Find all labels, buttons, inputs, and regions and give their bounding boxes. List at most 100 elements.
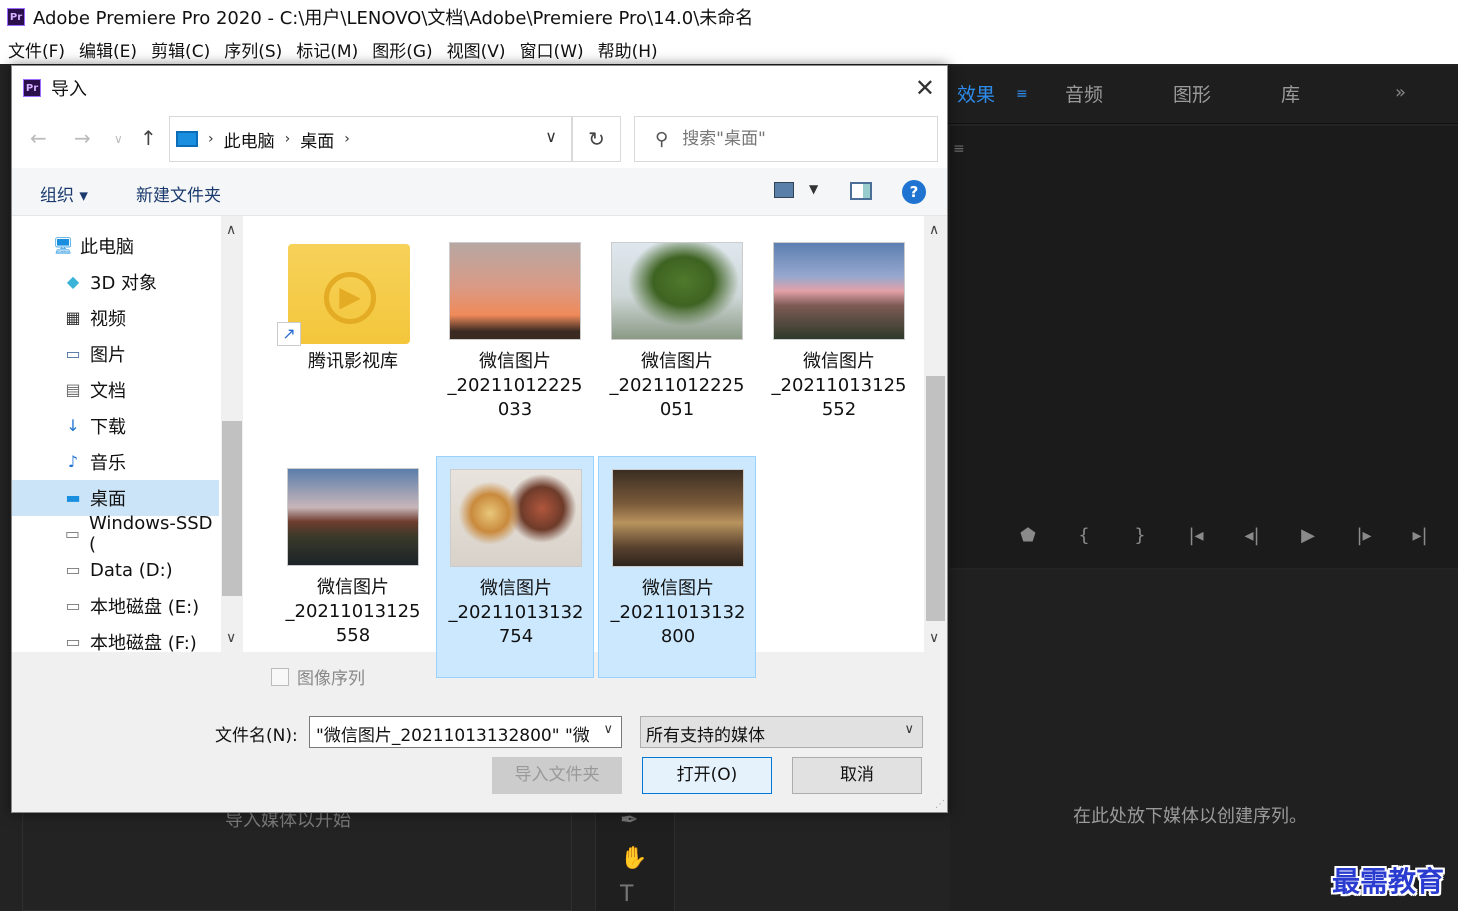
program-monitor <box>950 126 1458 568</box>
nav-item[interactable]: ▦ 视频 <box>12 300 219 336</box>
go-to-in-icon[interactable]: |◂ <box>1168 520 1224 552</box>
menu-sequence[interactable]: 序列(S) <box>224 37 282 62</box>
chevron-down-icon[interactable]: ∨ <box>545 127 557 146</box>
preview-pane-icon[interactable] <box>850 182 872 200</box>
chevron-right-icon[interactable]: › <box>344 131 350 147</box>
scroll-up-icon[interactable]: ∧ <box>226 222 236 238</box>
filename-field[interactable]: "微信图片_20211013132800" "微 ∨ <box>309 716 622 748</box>
chevron-down-icon[interactable]: ∨ <box>904 722 914 737</box>
organize-button[interactable]: 组织 ▾ <box>40 181 88 206</box>
file-scrollbar[interactable]: ∧ ∨ <box>924 216 947 652</box>
address-bar[interactable]: › 此电脑 › 桌面 › ∨ <box>169 116 572 162</box>
back-arrow-icon[interactable]: ← <box>30 126 47 150</box>
file-type-select[interactable]: 所有支持的媒体 ∨ <box>640 716 923 748</box>
nav-item[interactable]: ▭ 图片 <box>12 336 219 372</box>
tools-panel: ✒ ✋ T <box>595 808 675 911</box>
import-folder-button[interactable]: 导入文件夹 <box>492 757 622 794</box>
nav-item[interactable]: ♪ 音乐 <box>12 444 219 480</box>
file-name: 微信图片 _20211012225 033 <box>447 351 583 420</box>
tab-libraries[interactable]: 库 <box>1281 80 1300 107</box>
breadcrumb-desktop[interactable]: 桌面 <box>300 127 334 152</box>
app-title: Adobe Premiere Pro 2020 - C:\用户\LENOVO\文… <box>33 8 754 29</box>
refresh-button[interactable]: ↻ <box>572 116 621 162</box>
type-tool-icon[interactable]: T <box>620 882 633 907</box>
mark-out-icon[interactable]: } <box>1112 520 1168 552</box>
nav-item[interactable]: ▤ 文档 <box>12 372 219 408</box>
nav-item[interactable]: 🖥 此电脑 <box>12 228 219 264</box>
menu-view[interactable]: 视图(V) <box>447 37 506 62</box>
scroll-down-icon[interactable]: ∨ <box>226 630 236 646</box>
hand-tool-icon[interactable]: ✋ <box>620 846 647 871</box>
image-thumbnail <box>773 242 905 340</box>
help-icon[interactable]: ? <box>902 180 926 204</box>
nav-scrollbar-thumb[interactable] <box>222 421 242 596</box>
nav-item-label: 下载 <box>90 417 126 438</box>
monitor-menu-icon[interactable]: ≡ <box>953 141 965 157</box>
menu-file[interactable]: 文件(F) <box>8 37 65 62</box>
nav-item-label: 音乐 <box>90 453 126 474</box>
file-item[interactable]: 微信图片 _20211013125 552 <box>760 230 918 452</box>
mark-in-icon[interactable]: { <box>1056 520 1112 552</box>
up-arrow-icon[interactable]: ↑ <box>140 126 157 150</box>
pictures-icon: ▭ <box>65 344 81 363</box>
menu-marker[interactable]: 标记(M) <box>296 37 358 62</box>
breadcrumb-this-pc[interactable]: 此电脑 <box>224 127 275 152</box>
file-name: 微信图片 _20211013132 754 <box>448 578 584 647</box>
menu-window[interactable]: 窗口(W) <box>520 37 584 62</box>
open-button[interactable]: 打开(O) <box>642 757 772 794</box>
file-item[interactable]: 微信图片 _20211013132 754 <box>436 456 594 678</box>
tab-audio[interactable]: 音频 <box>1065 80 1103 107</box>
file-item[interactable]: 微信图片 _20211012225 033 <box>436 230 594 452</box>
file-list: ▶ ↗ 腾讯影视库 微信图片 _20211012225 033 微信图片 _202110… <box>246 216 924 678</box>
menu-edit[interactable]: 编辑(E) <box>79 37 137 62</box>
file-name: 微信图片 _20211012225 051 <box>609 351 745 420</box>
image-sequence-checkbox[interactable] <box>271 667 289 686</box>
nav-item[interactable]: ▭ 本地磁盘 (F:) <box>12 624 219 660</box>
nav-item-label: 3D 对象 <box>90 273 158 294</box>
image-sequence-option: 图像序列 <box>271 664 365 689</box>
play-icon[interactable]: ▶ <box>1280 520 1336 552</box>
file-item[interactable]: ▶ ↗ 腾讯影视库 <box>274 230 432 452</box>
close-icon[interactable]: ✕ <box>915 74 935 102</box>
search-box[interactable]: ⚲ <box>634 116 938 162</box>
step-back-icon[interactable]: ◂| <box>1224 520 1280 552</box>
view-options-dropdown-icon[interactable]: ▼ <box>809 182 818 196</box>
import-dialog: Pr 导入 ✕ ← → ∨ ↑ › 此电脑 › 桌面 › ∨ ↻ ⚲ 组织 ▾ … <box>11 65 948 813</box>
nav-item[interactable]: ▬ 桌面 <box>12 480 219 516</box>
forward-arrow-icon[interactable]: → <box>74 126 91 150</box>
recent-locations-icon[interactable]: ∨ <box>114 132 123 146</box>
scroll-up-icon[interactable]: ∧ <box>929 222 939 238</box>
panel-menu-icon[interactable]: ≡ <box>1016 86 1030 102</box>
chevron-down-icon[interactable]: ∨ <box>603 722 613 737</box>
file-item[interactable]: 微信图片 _20211013132 800 <box>598 456 756 678</box>
nav-item[interactable]: ▭ Data (D:) <box>12 552 219 588</box>
dialog-title: 导入 <box>51 79 87 100</box>
go-to-out-icon[interactable]: ▸| <box>1392 520 1448 552</box>
cancel-button[interactable]: 取消 <box>792 757 922 794</box>
menu-help[interactable]: 帮助(H) <box>598 37 658 62</box>
change-view-icon[interactable] <box>774 182 794 198</box>
resize-grip-icon[interactable]: ⋰ <box>935 799 945 810</box>
nav-item-label: 视频 <box>90 309 126 330</box>
premiere-logo-icon: Pr <box>7 8 25 26</box>
premiere-logo-icon: Pr <box>23 79 41 97</box>
file-name: 微信图片 _20211013125 558 <box>285 577 421 646</box>
nav-item[interactable]: ▭ 本地磁盘 (E:) <box>12 588 219 624</box>
file-item[interactable]: 微信图片 _20211012225 051 <box>598 230 756 452</box>
file-item[interactable]: 微信图片 _20211013125 558 <box>274 456 432 678</box>
more-panels-icon[interactable]: » <box>1395 82 1406 103</box>
tab-graphics[interactable]: 图形 <box>1173 80 1211 107</box>
menu-graphics[interactable]: 图形(G) <box>372 37 432 62</box>
nav-item[interactable]: ◆ 3D 对象 <box>12 264 219 300</box>
new-folder-button[interactable]: 新建文件夹 <box>136 181 221 206</box>
playback-controls: ⬟ { } |◂ ◂| ▶ |▸ ▸| <box>1000 520 1448 552</box>
step-forward-icon[interactable]: |▸ <box>1336 520 1392 552</box>
nav-item[interactable]: ▭ Windows-SSD ( <box>12 513 219 555</box>
tab-effects[interactable]: 效果 <box>957 80 995 107</box>
marker-icon[interactable]: ⬟ <box>1000 520 1056 552</box>
nav-item[interactable]: ↓ 下载 <box>12 408 219 444</box>
menu-clip[interactable]: 剪辑(C) <box>151 37 210 62</box>
scroll-down-icon[interactable]: ∨ <box>929 630 939 646</box>
file-scrollbar-thumb[interactable] <box>926 376 945 621</box>
search-input[interactable] <box>682 129 913 149</box>
